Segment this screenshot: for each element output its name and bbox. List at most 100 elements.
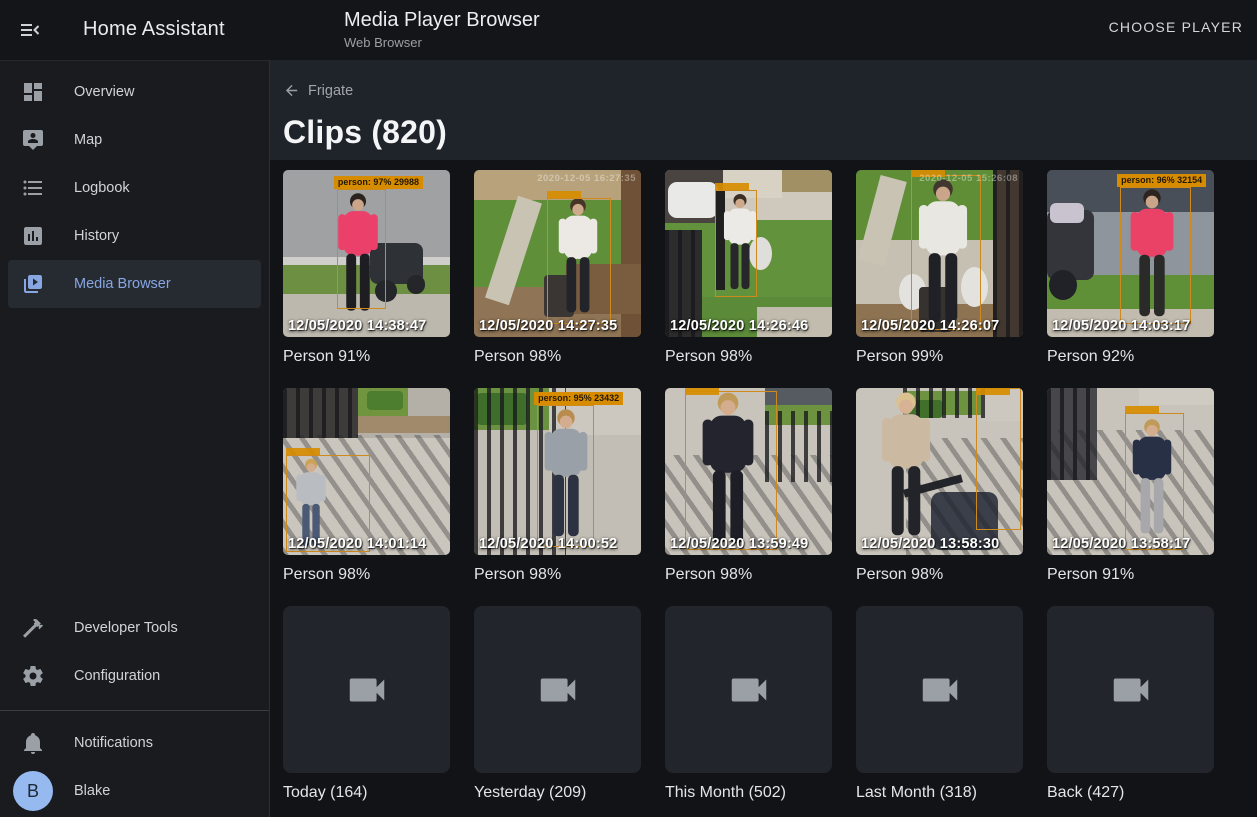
clip-item[interactable]: 12/05/2020 13:59:49Person 98%: [665, 388, 832, 584]
view-dashboard-icon: [21, 80, 45, 104]
video-icon: [344, 667, 390, 713]
sidebar-item-history[interactable]: History: [8, 212, 261, 260]
media-browser-content[interactable]: person: 97% 2998812/05/2020 14:38:47 Pers…: [270, 160, 1257, 817]
folder-caption: Back (427): [1047, 783, 1214, 802]
sidebar-item-configuration[interactable]: Configuration: [8, 652, 261, 700]
scene-shape: [407, 275, 425, 293]
sidebar-item-logbook[interactable]: Logbook: [8, 164, 261, 212]
clip-thumbnail[interactable]: 12/05/2020 13:58:17: [1047, 388, 1214, 555]
sidebar-toggle-button[interactable]: [18, 18, 42, 42]
menu-open-icon: [18, 18, 42, 42]
tooltip-account-icon: [21, 128, 45, 152]
folder-thumbnail[interactable]: [1047, 606, 1214, 773]
folder-thumbnail[interactable]: [856, 606, 1023, 773]
clip-item[interactable]: person: 95% 2343212/05/2020 14:00:52Pers…: [474, 388, 641, 584]
arrow-left-icon: [283, 82, 300, 99]
scene-shape: [367, 391, 404, 409]
person-silhouette: [867, 391, 945, 546]
clip-caption: Person 92%: [1047, 347, 1214, 366]
clip-item[interactable]: person: 97% 2998812/05/2020 14:38:47Pers…: [283, 170, 450, 366]
user-name: Blake: [74, 783, 110, 799]
clip-timestamp: 12/05/2020 13:59:49: [670, 536, 808, 552]
clip-thumbnail[interactable]: person: 97% 2998812/05/2020 14:38:47: [283, 170, 450, 337]
sidebar-item-map[interactable]: Map: [8, 116, 261, 164]
hammer-icon: [21, 616, 45, 640]
play-box-multiple-icon: [21, 272, 45, 296]
clip-timestamp: 12/05/2020 14:26:46: [670, 318, 808, 334]
gear-icon: [21, 664, 45, 688]
folder-thumbnail[interactable]: [474, 606, 641, 773]
clip-timestamp: 12/05/2020 14:00:52: [479, 536, 617, 552]
choose-player-button[interactable]: CHOOSE PLAYER: [1109, 19, 1243, 35]
sidebar-item-developer-tools[interactable]: Developer Tools: [8, 604, 261, 652]
clip-thumbnail[interactable]: 12/05/2020 13:58:30: [856, 388, 1023, 555]
folder-caption: Today (164): [283, 783, 450, 802]
clips-grid: person: 97% 2998812/05/2020 14:38:47 Pers…: [283, 170, 1243, 817]
sidebar-item-user[interactable]: B Blake: [8, 767, 261, 815]
detection-label-small: [547, 191, 581, 198]
detection-label-small: [1125, 406, 1159, 413]
detection-bounding-box: [547, 198, 610, 323]
sidebar-item-media-browser[interactable]: Media Browser: [8, 260, 261, 308]
clip-thumbnail[interactable]: 12/05/2020 13:59:49: [665, 388, 832, 555]
folder-item[interactable]: Today (164): [283, 606, 450, 802]
sidebar-divider: [0, 710, 269, 711]
page-subtitle: Web Browser: [344, 35, 540, 50]
clip-item[interactable]: 2020-12-05 16:27:3512/05/2020 14:27:35 Pe…: [474, 170, 641, 366]
sidebar-item-label: Media Browser: [74, 276, 171, 292]
sidebar-item-label: Logbook: [74, 180, 130, 196]
sidebar-item-overview[interactable]: Overview: [8, 68, 261, 116]
media-browser-header: Frigate Clips (820): [270, 60, 1257, 160]
format-list-icon: [21, 176, 45, 200]
clip-item[interactable]: 12/05/2020 13:58:30 Person 98%: [856, 388, 1023, 584]
folder-item[interactable]: Back (427): [1047, 606, 1214, 802]
sidebar-item-notifications[interactable]: Notifications: [8, 719, 261, 767]
scene-shape: [1139, 388, 1214, 405]
clip-timestamp: 12/05/2020 14:26:07: [861, 318, 999, 334]
fence-overlay: [993, 170, 1023, 337]
breadcrumb[interactable]: Frigate: [283, 82, 353, 99]
folder-item[interactable]: Yesterday (209): [474, 606, 641, 802]
detection-bounding-box: [1125, 413, 1183, 550]
clip-item[interactable]: 12/05/2020 14:01:14Person 98%: [283, 388, 450, 584]
clip-item[interactable]: 12/05/2020 14:26:46 Person 98%: [665, 170, 832, 366]
detection-bounding-box: [337, 189, 385, 309]
clip-caption: Person 98%: [856, 565, 1023, 584]
clip-thumbnail[interactable]: 12/05/2020 14:01:14: [283, 388, 450, 555]
clip-item[interactable]: person: 96% 3215412/05/2020 14:03:17 Pers…: [1047, 170, 1214, 366]
clip-caption: Person 98%: [474, 347, 641, 366]
folder-item[interactable]: This Month (502): [665, 606, 832, 802]
scene-shape: [358, 416, 450, 433]
avatar: B: [13, 771, 53, 811]
sidebar-item-label: Notifications: [74, 735, 153, 751]
folder-thumbnail[interactable]: [665, 606, 832, 773]
detection-bounding-box: [976, 388, 1021, 530]
clip-timestamp: 12/05/2020 14:38:47: [288, 318, 426, 334]
sidebar-item-label: Developer Tools: [74, 620, 178, 636]
video-icon: [1108, 667, 1154, 713]
clip-thumbnail[interactable]: person: 96% 3215412/05/2020 14:03:17: [1047, 170, 1214, 337]
clip-caption: Person 99%: [856, 347, 1023, 366]
detection-bounding-box: [911, 175, 981, 330]
clip-thumbnail[interactable]: 2020-12-05 15:26:0812/05/2020 14:26:07: [856, 170, 1023, 337]
detection-bounding-box: [715, 190, 757, 297]
scene-shape: [1049, 270, 1077, 300]
clip-item[interactable]: 2020-12-05 15:26:0812/05/2020 14:26:07 Pe…: [856, 170, 1023, 366]
clip-timestamp: 12/05/2020 14:01:14: [288, 536, 426, 552]
clip-thumbnail[interactable]: 2020-12-05 16:27:3512/05/2020 14:27:35: [474, 170, 641, 337]
app-title: Home Assistant: [83, 18, 225, 41]
detection-label-small: [715, 183, 749, 190]
folder-thumbnail[interactable]: [283, 606, 450, 773]
person-figure: [867, 391, 945, 541]
clip-thumbnail[interactable]: 12/05/2020 14:26:46: [665, 170, 832, 337]
detection-label-small: [976, 388, 1010, 395]
sidebar-bottom: Developer Tools Configuration Notification…: [0, 604, 269, 815]
folder-item[interactable]: Last Month (318): [856, 606, 1023, 802]
clip-timestamp: 12/05/2020 13:58:30: [861, 536, 999, 552]
video-icon: [917, 667, 963, 713]
clip-caption: Person 98%: [665, 347, 832, 366]
detection-bounding-box: [1120, 187, 1190, 324]
clip-thumbnail[interactable]: person: 95% 2343212/05/2020 14:00:52: [474, 388, 641, 555]
sidebar: OverviewMap Logbook History Media Browser D…: [0, 60, 270, 817]
clip-item[interactable]: 12/05/2020 13:58:17Person 91%: [1047, 388, 1214, 584]
